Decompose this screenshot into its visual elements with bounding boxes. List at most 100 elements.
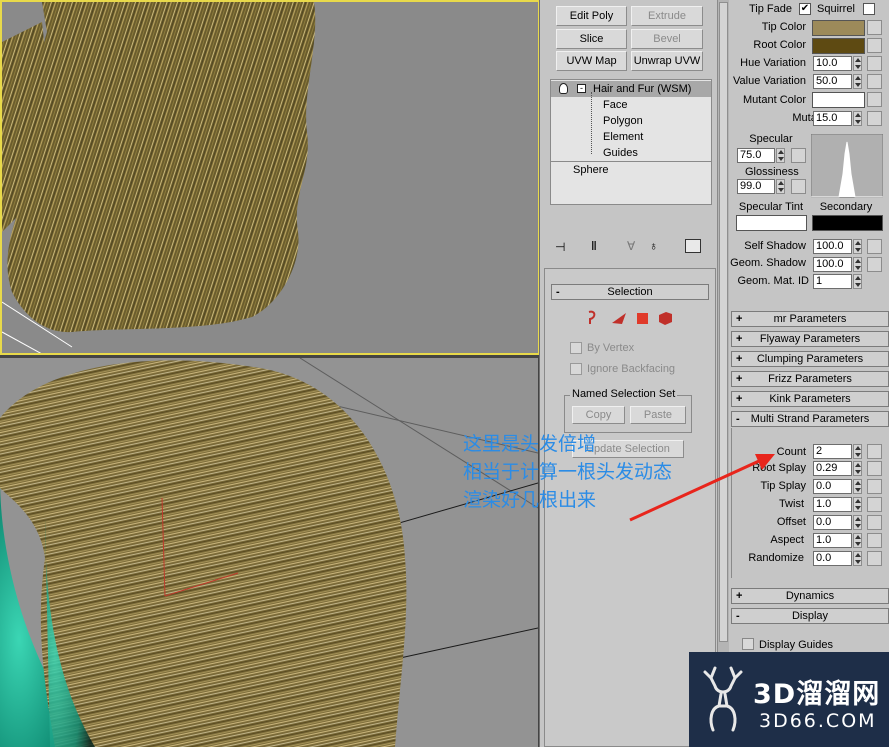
rollout-frizz-parameters[interactable]: + Frizz Parameters <box>731 371 889 387</box>
panel-scrollbar[interactable] <box>717 0 729 747</box>
glossiness-spinner[interactable] <box>776 179 785 194</box>
geom-shadow-field[interactable]: 100.0 <box>813 257 852 272</box>
mutant-field[interactable]: 15.0 <box>813 111 852 126</box>
annotation-line-3: 渲染好几根出来 <box>463 489 597 511</box>
rollout-dynamics[interactable]: + Dynamics <box>731 588 889 604</box>
tip-fade-checkbox[interactable]: ✔ <box>799 3 811 15</box>
glossiness-field[interactable]: 99.0 <box>737 179 775 194</box>
remove-modifier-icon[interactable]: ♁ <box>649 239 665 253</box>
modifier-stack[interactable]: - Hair and Fur (WSM) Face Polygon Elemen… <box>550 79 712 205</box>
rollout-mr-parameters[interactable]: + mr Parameters <box>731 311 889 327</box>
geom-shadow-spinner[interactable] <box>853 257 862 272</box>
value-variation-spinner[interactable] <box>853 74 862 89</box>
edit-poly-button[interactable]: Edit Poly <box>556 6 627 26</box>
tip-splay-field[interactable]: 0.0 <box>813 479 852 494</box>
stack-sub-polygon[interactable]: Polygon <box>551 113 711 129</box>
stack-item-sphere[interactable]: Sphere <box>551 162 711 178</box>
slice-button[interactable]: Slice <box>556 29 627 49</box>
randomize-spinner[interactable] <box>853 551 862 566</box>
stack-sub-guides[interactable]: Guides <box>551 145 711 161</box>
scrollbar-thumb[interactable] <box>719 2 728 642</box>
extrude-button[interactable]: Extrude <box>631 6 703 26</box>
mutant-color-swatch[interactable] <box>812 92 865 108</box>
count-spinner[interactable] <box>853 444 862 459</box>
self-shadow-field[interactable]: 100.0 <box>813 239 852 254</box>
count-map-button[interactable] <box>867 444 882 459</box>
rollout-clumping-parameters[interactable]: + Clumping Parameters <box>731 351 889 367</box>
twist-spinner[interactable] <box>853 497 862 512</box>
self-shadow-spinner[interactable] <box>853 239 862 254</box>
by-vertex-checkbox[interactable] <box>570 342 582 354</box>
value-variation-field[interactable]: 50.0 <box>813 74 852 89</box>
face-selection-icon[interactable] <box>637 313 648 324</box>
stack-sub-face[interactable]: Face <box>551 97 711 113</box>
value-variation-map-button[interactable] <box>867 74 882 89</box>
show-end-result-icon[interactable]: Ⅱ <box>591 239 607 253</box>
aspect-map-button[interactable] <box>867 533 882 548</box>
rollout-flyaway-parameters[interactable]: + Flyaway Parameters <box>731 331 889 347</box>
squirrel-checkbox[interactable] <box>863 3 875 15</box>
geom-mat-id-field[interactable]: 1 <box>813 274 852 289</box>
viewport-top[interactable] <box>0 0 540 355</box>
tip-color-swatch[interactable] <box>812 20 865 36</box>
offset-spinner[interactable] <box>853 515 862 530</box>
tip-fade-label: Tip Fade <box>748 3 792 15</box>
self-shadow-map-button[interactable] <box>867 239 882 254</box>
collapse-minus-icon[interactable]: - <box>577 84 586 93</box>
mutant-spinner[interactable] <box>853 111 862 126</box>
copy-button[interactable]: Copy <box>572 406 625 424</box>
specular-field[interactable]: 75.0 <box>737 148 775 163</box>
glossiness-map-button[interactable] <box>791 179 806 194</box>
rollout-multi-strand-parameters[interactable]: - Multi Strand Parameters <box>731 411 889 427</box>
specular-tint-swatch[interactable] <box>736 215 807 231</box>
offset-map-button[interactable] <box>867 515 882 530</box>
stack-sub-element[interactable]: Element <box>551 129 711 145</box>
vertex-selection-icon[interactable] <box>588 310 596 324</box>
make-unique-icon[interactable]: ∀ <box>627 239 643 253</box>
value-variation-label: Value Variation <box>733 75 806 87</box>
aspect-spinner[interactable] <box>853 533 862 548</box>
root-splay-spinner[interactable] <box>853 461 862 476</box>
root-color-map-button[interactable] <box>867 38 882 53</box>
pin-stack-icon[interactable]: ⊣ <box>555 240 571 254</box>
tip-splay-spinner[interactable] <box>853 479 862 494</box>
ignore-backfacing-checkbox[interactable] <box>570 363 582 375</box>
count-field[interactable]: 2 <box>813 444 852 459</box>
twist-field[interactable]: 1.0 <box>813 497 852 512</box>
paste-button[interactable]: Paste <box>630 406 686 424</box>
configure-modifier-sets-icon[interactable] <box>685 239 701 253</box>
element-selection-icon[interactable] <box>659 312 672 325</box>
hue-variation-field[interactable]: 10.0 <box>813 56 852 71</box>
twist-map-button[interactable] <box>867 497 882 512</box>
lightbulb-icon[interactable] <box>559 83 568 94</box>
root-splay-field[interactable]: 0.29 <box>813 461 852 476</box>
unwrap-uvw-button[interactable]: Unwrap UVW <box>631 51 703 71</box>
specular-map-button[interactable] <box>791 148 806 163</box>
root-splay-map-button[interactable] <box>867 461 882 476</box>
mutant-map-button[interactable] <box>867 111 882 126</box>
geom-mat-id-spinner[interactable] <box>853 274 862 289</box>
display-guides-checkbox[interactable] <box>742 638 754 650</box>
randomize-field[interactable]: 0.0 <box>813 551 852 566</box>
rollout-kink-parameters[interactable]: + Kink Parameters <box>731 391 889 407</box>
root-color-swatch[interactable] <box>812 38 865 54</box>
stack-item-hair-and-fur[interactable]: - Hair and Fur (WSM) <box>551 81 711 97</box>
mutant-color-map-button[interactable] <box>867 92 882 107</box>
tip-splay-map-button[interactable] <box>867 479 882 494</box>
hue-variation-map-button[interactable] <box>867 56 882 71</box>
hue-variation-spinner[interactable] <box>853 56 862 71</box>
rollout-display[interactable]: - Display <box>731 608 889 624</box>
secondary-tint-swatch[interactable] <box>812 215 883 231</box>
offset-field[interactable]: 0.0 <box>813 515 852 530</box>
geom-shadow-map-button[interactable] <box>867 257 882 272</box>
randomize-map-button[interactable] <box>867 551 882 566</box>
root-color-label: Root Color <box>753 39 806 51</box>
bevel-button[interactable]: Bevel <box>631 29 703 49</box>
viewport-perspective[interactable] <box>0 358 538 747</box>
tip-color-map-button[interactable] <box>867 20 882 35</box>
aspect-field[interactable]: 1.0 <box>813 533 852 548</box>
uvw-map-button[interactable]: UVW Map <box>556 51 627 71</box>
edge-selection-icon[interactable] <box>612 313 626 324</box>
selection-rollout-header[interactable]: - Selection <box>551 284 709 300</box>
specular-spinner[interactable] <box>776 148 785 163</box>
